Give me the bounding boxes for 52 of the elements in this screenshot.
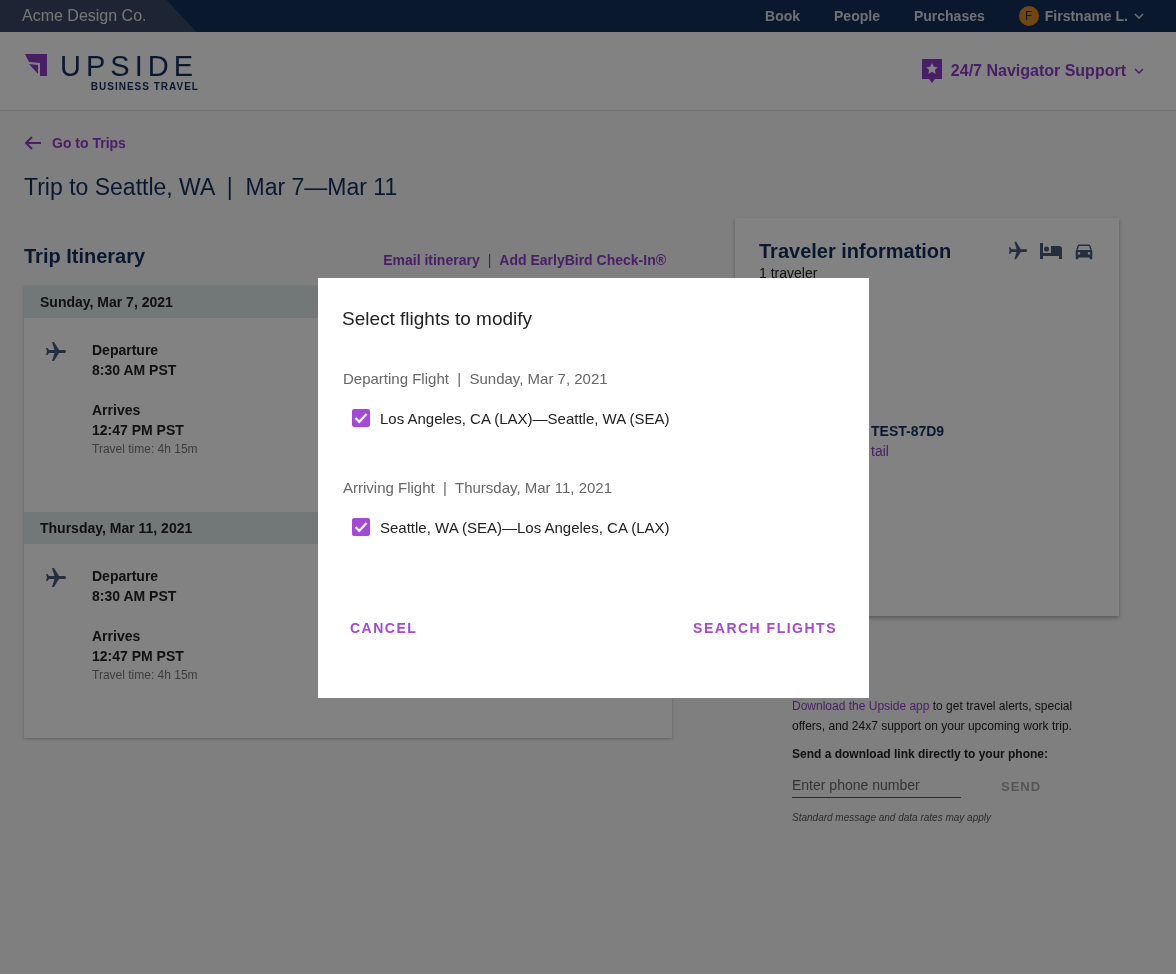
plane-icon xyxy=(1007,240,1029,262)
promo-text: Download the Upside app to get travel alerts, special offers, and 24x7 support on your upcoming work trip. xyxy=(792,698,1074,735)
bed-icon xyxy=(1039,240,1063,262)
nav-link[interactable]: People xyxy=(834,8,880,24)
cancel-button[interactable]: CANCEL xyxy=(342,612,426,644)
phone-prompt: Send a download link directly to your phone: xyxy=(792,747,1050,761)
star-badge-icon xyxy=(920,58,943,84)
flight-time: 12:47 PM PST xyxy=(92,647,185,666)
chevron-down-icon xyxy=(1134,68,1144,74)
confirmation-code: TEST-87D9 xyxy=(871,422,946,441)
support-menu[interactable]: 24/7 Navigator Support xyxy=(920,58,1144,84)
checkbox[interactable] xyxy=(352,518,370,536)
user-name: Firstname L. xyxy=(1044,8,1128,24)
flight-time: 8:30 AM PST xyxy=(92,361,178,380)
card-title: Traveler information xyxy=(759,240,952,263)
flight-heading: Departing Flight | Sunday, Mar 7, 2021 xyxy=(343,370,609,387)
separator: | xyxy=(487,252,492,268)
back-link[interactable]: Go to Trips xyxy=(24,135,126,151)
section-title: Trip Itinerary xyxy=(24,245,146,268)
user-menu[interactable]: F Firstname L. xyxy=(1018,6,1144,26)
nav-link[interactable]: Purchases xyxy=(913,8,985,24)
travel-time: Travel time: 4h 15m xyxy=(92,668,198,682)
plane-icon xyxy=(44,340,68,364)
avatar: F xyxy=(1018,6,1039,26)
nav-link[interactable]: Book xyxy=(765,8,800,24)
logo-wordmark: UPSIDE xyxy=(60,52,198,79)
traveler-count: 1 traveler xyxy=(759,265,819,281)
detail-link[interactable]: tail xyxy=(871,441,1095,461)
app-link[interactable]: Download the Upside app xyxy=(792,699,930,713)
phone-field[interactable]: Enter phone number xyxy=(792,775,961,798)
flight-label: Arrives xyxy=(92,401,142,420)
flight-label: Departure xyxy=(92,567,160,586)
trip-title: Trip to Seattle, WA | Mar 7—Mar 11 xyxy=(24,174,399,201)
disclaimer-text: Standard message and data rates may apply xyxy=(792,812,993,823)
itinerary-link[interactable]: Add EarlyBird Check-In® xyxy=(499,252,666,268)
flight-label: Arrives xyxy=(92,627,142,646)
flight-route: Seattle, WA (SEA)—Los Angeles, CA (LAX) xyxy=(380,518,670,536)
flight-label: Departure xyxy=(92,341,160,360)
logo-subtitle: BUSINESS TRAVEL xyxy=(90,80,199,92)
chevron-down-icon xyxy=(1134,13,1144,19)
company-name: Acme Design Co. xyxy=(0,0,197,32)
itinerary-link[interactable]: Email itinerary xyxy=(383,252,480,268)
plane-icon xyxy=(44,566,68,590)
arrow-left-icon xyxy=(24,136,42,150)
search-flights-button[interactable]: SEARCH FLIGHTS xyxy=(685,612,845,644)
checkbox[interactable] xyxy=(352,409,370,427)
flight-time: 12:47 PM PST xyxy=(92,421,185,440)
flight-time: 8:30 AM PST xyxy=(92,587,178,606)
travel-time: Travel time: 4h 15m xyxy=(92,442,198,456)
logo-mark-icon xyxy=(24,52,48,77)
flight-route: Los Angeles, CA (LAX)—Seattle, WA (SEA) xyxy=(380,409,670,427)
flight-heading: Arriving Flight | Thursday, Mar 11, 2021 xyxy=(343,479,613,496)
